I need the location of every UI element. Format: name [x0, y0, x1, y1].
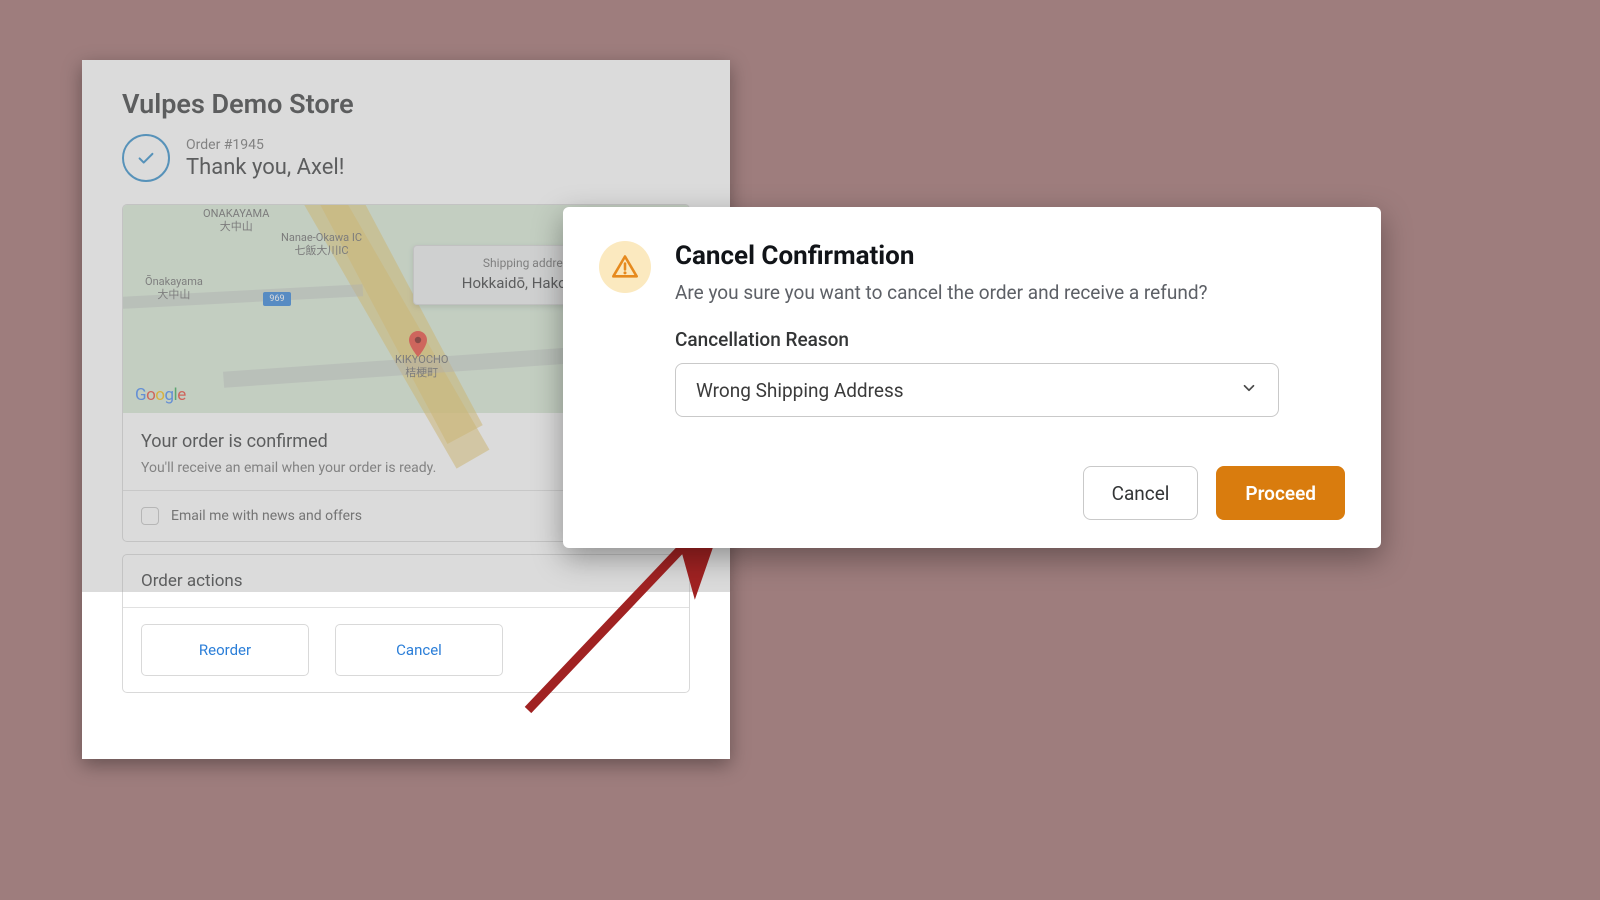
google-logo: Google	[135, 385, 186, 405]
chevron-down-icon	[1240, 379, 1258, 402]
modal-subtitle: Are you sure you want to cancel the orde…	[675, 281, 1208, 304]
cancellation-reason-select[interactable]: Wrong Shipping Address	[675, 363, 1279, 417]
select-value: Wrong Shipping Address	[696, 379, 904, 402]
cancel-order-button[interactable]: Cancel	[335, 624, 503, 676]
order-number: Order #1945	[186, 137, 344, 153]
modal-proceed-button[interactable]: Proceed	[1216, 466, 1345, 520]
route-badge: 969	[263, 292, 291, 306]
reorder-button[interactable]: Reorder	[141, 624, 309, 676]
warning-icon	[599, 241, 651, 293]
map-label: 桔梗町	[395, 366, 448, 379]
map-label: Ōnakayama	[145, 275, 203, 288]
map-label: 七飯大川IC	[281, 244, 362, 257]
checkmark-icon	[122, 134, 170, 182]
cancellation-reason-label: Cancellation Reason	[675, 328, 1345, 351]
checkbox[interactable]	[141, 507, 159, 525]
store-title: Vulpes Demo Store	[82, 60, 730, 134]
modal-cancel-button[interactable]: Cancel	[1083, 466, 1199, 520]
order-actions-card: Order actions Reorder Cancel	[122, 554, 690, 693]
map-label: ONAKAYAMA	[203, 207, 269, 220]
thank-you-message: Thank you, Axel!	[186, 155, 344, 180]
order-actions-title: Order actions	[123, 555, 689, 608]
map-label: Nanae-Okawa IC	[281, 231, 362, 244]
map-pin-icon	[408, 331, 428, 351]
modal-title: Cancel Confirmation	[675, 241, 1208, 271]
map-label: 大中山	[203, 220, 269, 233]
cancel-confirmation-modal: Cancel Confirmation Are you sure you wan…	[563, 207, 1381, 548]
map-label: 大中山	[145, 288, 203, 301]
order-header: Order #1945 Thank you, Axel!	[82, 134, 730, 182]
news-offers-label: Email me with news and offers	[171, 508, 362, 524]
